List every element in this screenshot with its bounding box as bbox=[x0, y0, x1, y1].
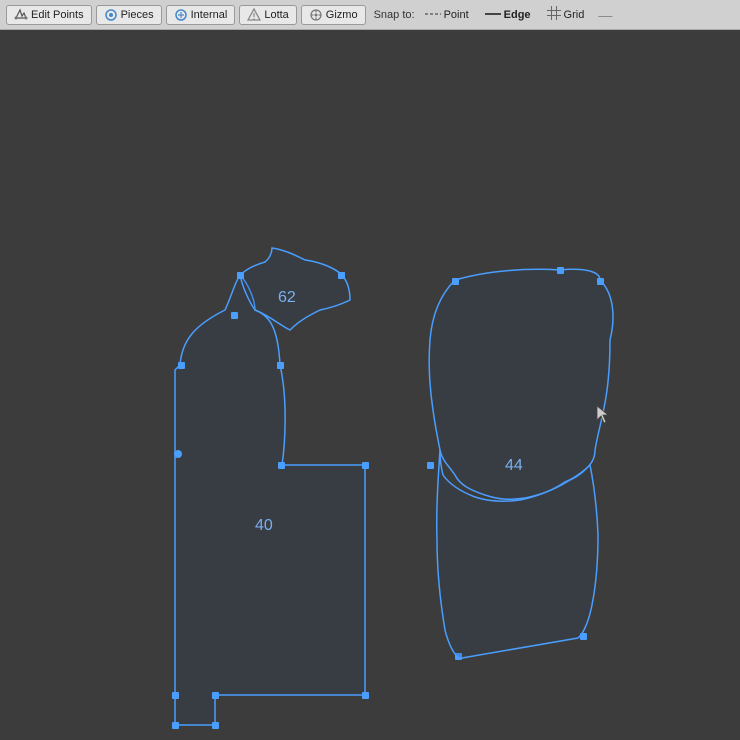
pieces-icon bbox=[104, 8, 118, 22]
lotta-icon bbox=[247, 8, 261, 22]
pieces-button[interactable]: Pieces bbox=[96, 5, 162, 25]
internal-button[interactable]: Internal bbox=[166, 5, 236, 25]
piece-62-label: 62 bbox=[278, 289, 296, 306]
edit-points-icon bbox=[14, 8, 28, 22]
gizmo-label: Gizmo bbox=[326, 9, 358, 21]
lotta-button[interactable]: Lotta bbox=[239, 5, 296, 25]
gizmo-button[interactable]: Gizmo bbox=[301, 5, 366, 25]
piece-44-label: 44 bbox=[505, 457, 523, 474]
snap-to-label: Snap to: bbox=[374, 9, 415, 21]
snap-point-icon bbox=[425, 9, 441, 21]
snap-grid-option[interactable]: Grid bbox=[541, 4, 591, 25]
edit-points-button[interactable]: Edit Points bbox=[6, 5, 92, 25]
snap-grid-icon bbox=[547, 6, 561, 23]
piece-44-group: 44 bbox=[427, 267, 613, 660]
internal-icon bbox=[174, 8, 188, 22]
snap-point-option[interactable]: Point bbox=[419, 7, 475, 23]
piece-40-label: 40 bbox=[255, 517, 273, 534]
pieces-label: Pieces bbox=[121, 9, 154, 21]
snap-grid-label: Grid bbox=[564, 9, 585, 21]
internal-label: Internal bbox=[191, 9, 228, 21]
snap-edge-label: Edge bbox=[504, 9, 531, 21]
snap-edge-option[interactable]: Edge bbox=[479, 7, 537, 23]
toolbar-extra: — bbox=[598, 7, 612, 23]
piece-40-group: 40 bbox=[172, 272, 369, 729]
snap-edge-icon bbox=[485, 9, 501, 21]
lotta-label: Lotta bbox=[264, 9, 288, 21]
toolbar: Edit Points Pieces Internal bbox=[0, 0, 740, 30]
gizmo-icon bbox=[309, 8, 323, 22]
snap-point-label: Point bbox=[444, 9, 469, 21]
edit-points-label: Edit Points bbox=[31, 9, 84, 21]
canvas-area[interactable]: 40 62 44 bbox=[0, 30, 740, 740]
pattern-canvas: 40 62 44 bbox=[0, 30, 740, 740]
